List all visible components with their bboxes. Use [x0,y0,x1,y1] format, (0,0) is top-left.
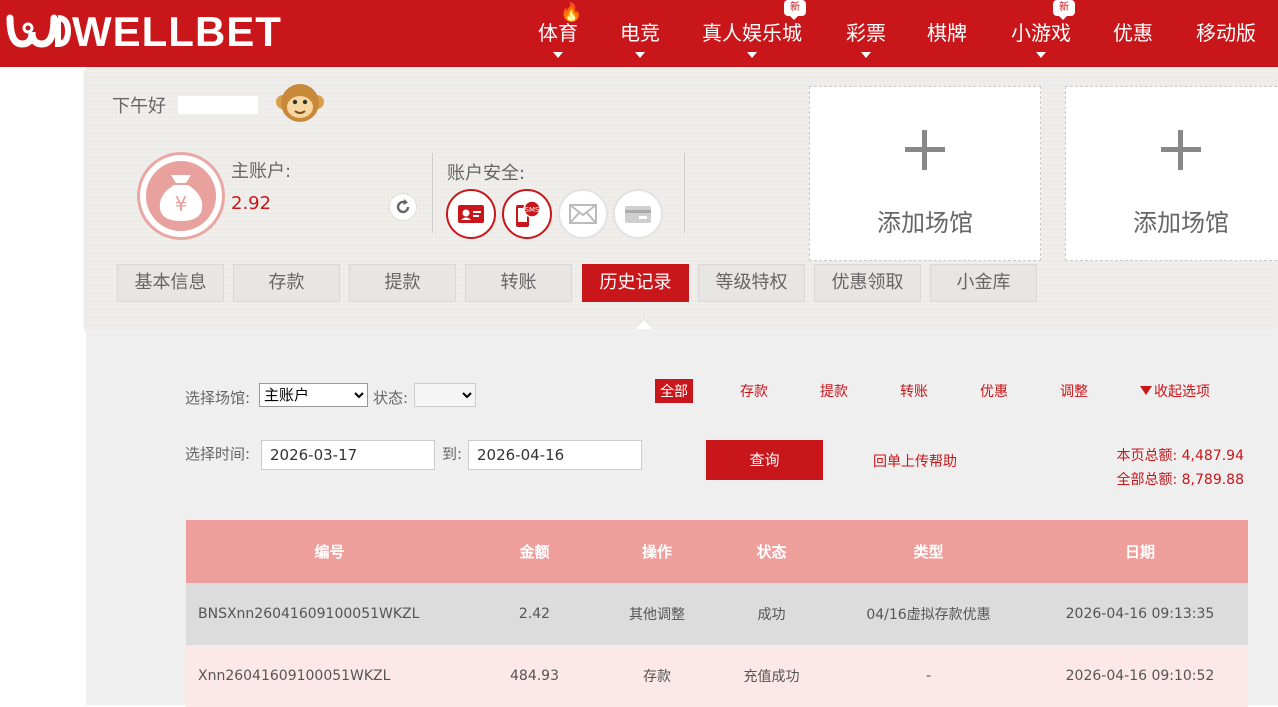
refresh-balance-button[interactable] [389,193,417,221]
chevron-down-icon [635,52,645,58]
history-content: 选择场馆: 主账户 状态: 选择时间: 2026-03-17 到: 2026-0… [86,329,1278,707]
bank-card-icon[interactable] [613,189,663,239]
chevron-down-icon [747,52,757,58]
account-security-label: 账户安全: [447,163,526,184]
divider [432,153,433,233]
chevron-down-icon [861,52,871,58]
table-row[interactable]: BNSXnn26041609100051WKZL 2.42 其他调整 成功 04… [186,583,1248,645]
cell-id: Xnn26041609100051WKZL [198,668,391,684]
column-header-id[interactable]: 编号 [186,520,473,583]
nav-item-chess[interactable]: 棋牌 [921,0,973,67]
tab-history[interactable]: 历史记录 [582,264,689,302]
cell-date: 2026-04-16 09:13:35 [1065,606,1215,622]
chevron-down-icon [553,52,563,58]
cell-amount: 484.93 [510,668,559,684]
collapse-options-button[interactable]: 收起选项 [1140,381,1210,401]
column-header-amount[interactable]: 金额 [473,520,596,583]
nav-item-sports[interactable]: 🔥 体育 [532,0,584,67]
cell-amount: 2.42 [518,606,551,622]
venue-select[interactable]: 主账户 [259,383,368,407]
id-card-icon[interactable] [446,189,496,239]
page-total: 本页总额: 4,487.94 [1116,448,1244,464]
date-to-input[interactable]: 2026-04-16 [468,440,642,470]
to-label: 到: [442,445,463,463]
new-badge: 新 [1053,0,1075,20]
history-table: 编号 金额 操作 状态 类型 日期 BNSXnn26041609100051WK… [186,520,1248,707]
svg-text:¥: ¥ [175,192,188,216]
tab-vip-privileges[interactable]: 等级特权 [698,264,805,302]
column-header-type[interactable]: 类型 [825,520,1032,583]
date-from-input[interactable]: 2026-03-17 [261,440,435,470]
column-header-operation[interactable]: 操作 [596,520,718,583]
main-account-label: 主账户: [231,161,292,182]
new-badge: 新 [784,0,806,20]
nav-item-promotions[interactable]: 优惠 [1107,0,1159,67]
triangle-down-icon [1140,386,1152,395]
nav-item-mini-games[interactable]: 新 小游戏 [1005,0,1077,67]
cell-operation: 其他调整 [629,607,685,623]
filter-all[interactable]: 全部 [655,379,693,403]
cell-status: 成功 [757,607,786,623]
cell-type: - [925,668,932,684]
greeting-text: 下午好 [112,96,166,117]
filter-transfer[interactable]: 转账 [900,381,928,401]
venue-select-label: 选择场馆: [185,389,251,407]
all-total: 全部总额: 8,789.88 [1116,472,1244,488]
add-venue-button[interactable]: 添加场馆 [809,86,1041,261]
monkey-avatar-icon[interactable] [274,82,326,124]
tab-vault[interactable]: 小金库 [930,264,1037,302]
status-select[interactable] [414,383,476,407]
nav-item-live-casino[interactable]: 新 真人娱乐城 [698,0,806,67]
query-button[interactable]: 查询 [706,440,823,480]
logo-text: WELLBET [72,8,282,55]
divider [684,153,685,233]
tab-transfer[interactable]: 转账 [465,264,572,302]
column-header-date[interactable]: 日期 [1032,520,1248,583]
column-header-status[interactable]: 状态 [718,520,825,583]
status-select-label: 状态: [373,389,409,407]
tab-deposit[interactable]: 存款 [233,264,340,302]
plus-icon [905,130,945,170]
cell-id: BNSXnn26041609100051WKZL [198,606,420,622]
refresh-icon [396,199,410,214]
nav-item-esports[interactable]: 电竞 [614,0,666,67]
filter-adjustment[interactable]: 调整 [1060,381,1088,401]
nav-item-mobile[interactable]: 移动版 [1190,0,1262,67]
wellbet-logo[interactable]: WELLBET [6,8,282,56]
nav-item-lottery[interactable]: 彩票 [840,0,892,67]
table-row[interactable]: Xnn26041609100051WKZL 484.93 存款 充值成功 - 2… [186,645,1248,707]
tab-claim-promotions[interactable]: 优惠领取 [814,264,921,302]
tab-withdraw[interactable]: 提款 [349,264,456,302]
table-header: 编号 金额 操作 状态 类型 日期 [186,520,1248,583]
cell-date: 2026-04-16 09:10:52 [1065,668,1215,684]
filter-promotion[interactable]: 优惠 [980,381,1008,401]
chevron-down-icon [1036,52,1046,58]
filter-deposit[interactable]: 存款 [740,381,768,401]
masked-username [178,96,258,114]
logo-mark-icon [6,14,72,48]
add-venue-button[interactable]: 添加场馆 [1065,86,1278,261]
cell-status: 充值成功 [743,669,800,685]
sms-phone-icon[interactable]: SMS [502,189,552,239]
main-account-balance: 2.92 [231,193,272,214]
email-icon[interactable] [558,189,608,239]
time-select-label: 选择时间: [185,445,251,463]
plus-icon [1161,130,1201,170]
top-navbar: WELLBET 🔥 体育 电竞 新 真人娱乐城 彩票 棋牌 新 小游戏 优惠 移… [0,0,1278,67]
cell-operation: 存款 [643,669,671,685]
main-account-moneybag-icon: ¥ [137,152,225,240]
account-panel: 下午好 ¥ 主账户: 2.92 账户安全: SMS 添加场馆 添加场馆 基本信息… [86,67,1278,342]
filter-withdraw[interactable]: 提款 [820,381,848,401]
svg-text:SMS: SMS [525,206,540,214]
tab-basic-info[interactable]: 基本信息 [117,264,224,302]
cell-type: 04/16虚拟存款优惠 [866,607,991,623]
receipt-upload-help-link[interactable]: 回单上传帮助 [873,451,957,471]
